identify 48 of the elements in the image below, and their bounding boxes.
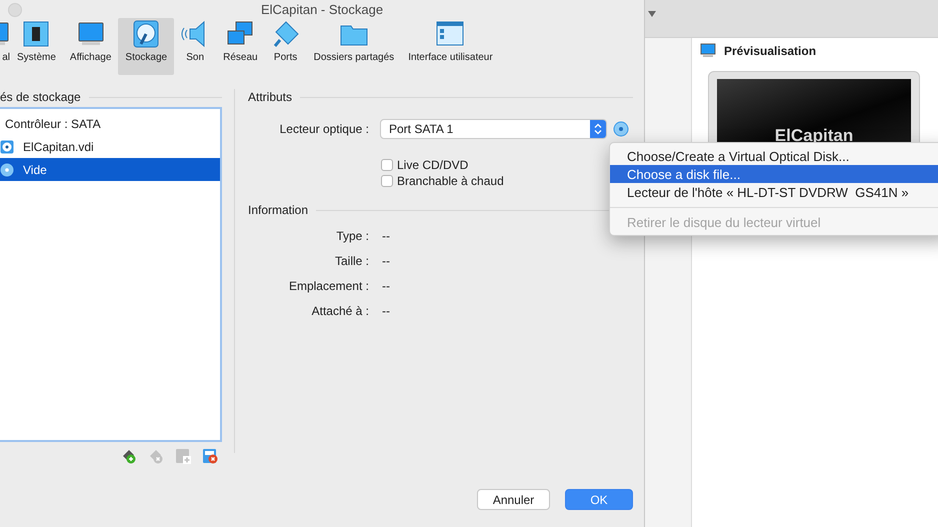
settings-tab[interactable]: Affichage	[62, 18, 118, 75]
settings-tab[interactable]: Stockage	[118, 18, 174, 75]
checkbox[interactable]	[381, 159, 393, 171]
checkbox-label: Live CD/DVD	[397, 158, 468, 172]
section-title: Information	[248, 203, 308, 217]
info-value: --	[382, 279, 390, 293]
info-label: Type :	[335, 229, 369, 243]
info-value: --	[382, 304, 390, 318]
settings-tab[interactable]: Réseau	[216, 18, 265, 75]
info-label: Emplacement :	[288, 279, 369, 293]
vm-name: ElCapitan	[774, 126, 854, 146]
info-value: --	[382, 254, 390, 268]
section-title: és de stockage	[0, 90, 81, 104]
menu-item[interactable]: Lecteur de l'hôte « HL-DT-ST DVDRW GS41N »	[610, 183, 938, 201]
field-label: Lecteur optique :	[278, 122, 369, 136]
tree-item[interactable]: Contrôleur : SATA	[0, 112, 220, 135]
monitor-icon	[700, 43, 716, 58]
settings-tab[interactable]: Dossiers partagés	[306, 18, 402, 75]
settings-tab[interactable]: al	[0, 18, 10, 75]
settings-tab[interactable]: Interface utilisateur	[401, 18, 500, 75]
cancel-button[interactable]: Annuler	[477, 489, 550, 510]
remove-controller-icon[interactable]	[202, 448, 218, 464]
disc-icon	[0, 162, 14, 176]
menu-item[interactable]: Choose/Create a Virtual Optical Disk...	[610, 147, 938, 165]
stepper-icon	[594, 123, 602, 135]
settings-tab[interactable]: Son	[174, 18, 216, 75]
tree-item[interactable]: Vide	[0, 158, 220, 181]
section-title: Attributs	[248, 90, 292, 104]
window-icon	[436, 20, 464, 48]
optical-drive-select[interactable]: Port SATA 1	[380, 119, 607, 139]
disc-icon[interactable]	[613, 121, 629, 137]
plug-icon	[272, 20, 300, 48]
menu-item[interactable]: Choose a disk file...	[610, 165, 938, 183]
dropdown-arrow-icon[interactable]	[647, 10, 657, 18]
info-value: --	[382, 229, 390, 243]
add-attachment-icon[interactable]	[121, 448, 137, 464]
settings-tab[interactable]: Ports	[264, 18, 307, 75]
chip-icon	[22, 20, 50, 48]
preview-title: Prévisualisation	[724, 44, 816, 58]
checkbox[interactable]	[381, 175, 393, 187]
tree-item[interactable]: ElCapitan.vdi	[0, 135, 220, 158]
window-control[interactable]	[8, 3, 22, 17]
window-title: ElCapitan - Stockage	[260, 2, 384, 16]
settings-tab[interactable]: Système	[10, 18, 63, 75]
info-label: Attaché à :	[310, 304, 369, 318]
checkbox-label: Branchable à chaud	[397, 174, 504, 188]
info-label: Taille :	[334, 254, 369, 268]
monitor-icon	[76, 20, 105, 48]
